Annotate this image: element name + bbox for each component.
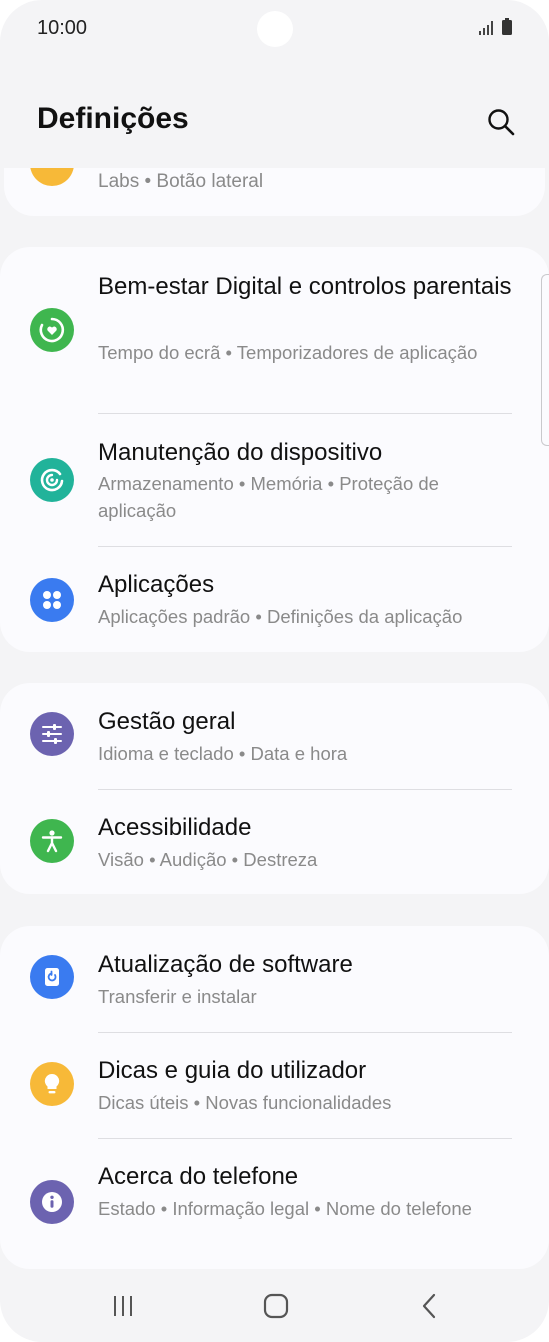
back-icon [422,1293,436,1319]
search-button[interactable] [480,101,522,143]
page-title: Definições [37,102,189,135]
item-subtitle: Aplicações padrão • Definições da aplica… [98,606,463,627]
item-title: Gestão geral [98,708,236,735]
accessibility-icon [30,819,74,863]
item-title: Bem-estar Digital e controlos parentais [98,273,512,300]
status-time: 10:00 [37,17,88,39]
settings-item-software-update[interactable]: Atualização de software Transferir e ins… [0,926,549,1032]
item-title: Acerca do telefone [98,1163,299,1190]
home-button[interactable] [254,1288,298,1324]
tips-bulb-icon [30,1062,74,1106]
phone-screen: 10:00 Definições Labs • Botão lateral Be… [0,0,549,1342]
battery-icon [502,18,512,35]
settings-group-2: Gestão geral Idioma e teclado • Data e h… [0,683,549,894]
item-title: Manutenção do dispositivo [98,439,383,466]
settings-item-accessibility[interactable]: Acessibilidade Visão • Audição • Destrez… [0,790,549,894]
about-phone-info-icon [30,1180,74,1224]
settings-item-digital-wellbeing[interactable]: Bem-estar Digital e controlos parentais … [0,247,549,413]
settings-group-3: Atualização de software Transferir e ins… [0,926,549,1269]
settings-item-device-care[interactable]: Manutenção do dispositivo Armazenamento … [0,414,549,546]
status-bar: 10:00 [0,0,549,58]
signal-icon [479,21,493,35]
home-icon [263,1293,289,1319]
item-title: Aplicações [98,571,215,598]
digital-wellbeing-icon [30,308,74,352]
item-subtitle: Visão • Audição • Destreza [98,849,318,870]
item-subtitle: Tempo do ecrã • Temporizadores de aplica… [98,342,478,363]
item-subtitle: Armazenamento • Memória • Proteção de ap… [98,473,439,521]
partial-settings-item[interactable]: Labs • Botão lateral [4,168,545,216]
item-subtitle: Estado • Informação legal • Nome do tele… [98,1198,472,1219]
advanced-features-icon [30,168,74,186]
apps-icon [30,578,74,622]
item-title: Dicas e guia do utilizador [98,1057,367,1084]
settings-group-1: Bem-estar Digital e controlos parentais … [0,247,549,652]
recent-apps-icon [114,1296,132,1316]
settings-item-tips[interactable]: Dicas e guia do utilizador Dicas úteis •… [0,1033,549,1138]
back-button[interactable] [408,1288,452,1324]
device-care-icon [30,458,74,502]
software-update-icon [30,955,74,999]
item-subtitle: Dicas úteis • Novas funcionalidades [98,1092,392,1113]
item-title: Atualização de software [98,951,353,978]
scrollbar[interactable] [541,274,549,446]
item-subtitle: Labs • Botão lateral [98,171,264,192]
recent-apps-button[interactable] [101,1288,145,1324]
item-subtitle: Transferir e instalar [98,986,257,1007]
navigation-bar [0,1270,549,1342]
settings-item-general-management[interactable]: Gestão geral Idioma e teclado • Data e h… [0,683,549,789]
item-subtitle: Idioma e teclado • Data e hora [98,743,348,764]
camera-cutout [257,11,293,47]
search-icon [488,109,515,136]
settings-item-apps[interactable]: Aplicações Aplicações padrão • Definiçõe… [0,547,549,652]
general-management-icon [30,712,74,756]
settings-item-about-phone[interactable]: Acerca do telefone Estado • Informação l… [0,1139,549,1269]
item-title: Acessibilidade [98,814,252,841]
